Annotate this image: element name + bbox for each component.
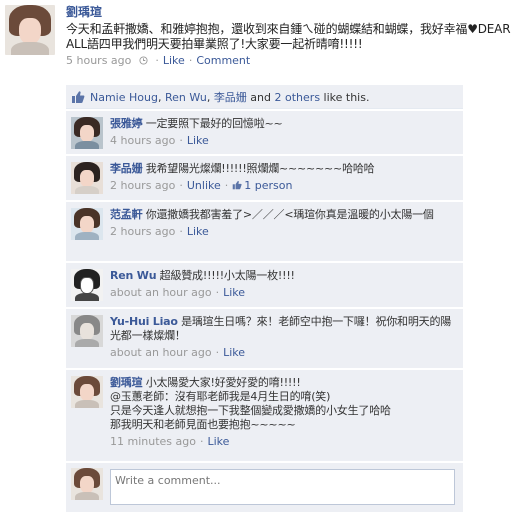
meta-separator: · — [224, 179, 229, 192]
comment-text: 一定要照下最好的回憶啦~~ — [145, 117, 283, 130]
meta-separator: · — [215, 286, 220, 299]
comment-like-count[interactable]: 1 person — [244, 179, 292, 192]
post-text: 今天和孟軒撒嬌、和雅婷抱抱，還收到來自鍾ㄟ碰的蝴蝶結和蝴蝶，我好幸福♥DEAR … — [66, 22, 511, 51]
comment-text: 你還撒嬌我都害羞了>／／／<瑀瑄你真是溫暖的小太陽一個 — [145, 208, 434, 221]
post-comment-link[interactable]: Comment — [196, 54, 250, 67]
likes-summary: Namie Houg, Ren Wu, 李品姗 and 2 others lik… — [66, 85, 463, 109]
meta-separator: · — [215, 346, 220, 359]
post-like-link[interactable]: Like — [163, 54, 185, 67]
meta-separator: · — [179, 134, 183, 147]
comment-item: 李品姗 我希望陽光燦爛!!!!!!照爛爛~~~~~~~哈哈哈 2 hours a… — [66, 155, 463, 200]
comment-author[interactable]: 范孟軒 — [110, 208, 143, 221]
thumbs-up-icon — [232, 180, 242, 190]
comment-item: Yu-Hui Liao 是瑀瑄生日嗎？來！老師空中抱一下囉！祝你和明天的陽光都一… — [66, 308, 463, 368]
post-timestamp[interactable]: 5 hours ago — [66, 54, 131, 67]
comment-like-link[interactable]: Like — [187, 225, 209, 238]
post-author-name[interactable]: 劉瑀瑄 — [66, 5, 521, 19]
comment-like-link[interactable]: Like — [223, 346, 245, 359]
comment-item: Ren Wu 超級贊成!!!!!小太陽一枚!!!! about an hour … — [66, 262, 463, 307]
comment-composer: Write a comment... — [66, 462, 463, 512]
comment-avatar[interactable] — [71, 208, 103, 240]
comment-avatar[interactable] — [71, 376, 103, 408]
liker-name[interactable]: 李品姗 — [214, 91, 247, 104]
comment-like-link[interactable]: Like — [187, 134, 209, 147]
comment-text-line: @玉蕙老師：沒有耶老師我是4月生日的唷(笑) — [110, 390, 331, 403]
comment-timestamp[interactable]: about an hour ago — [110, 346, 212, 359]
meta-separator: · — [179, 225, 183, 238]
likes-separator: , — [157, 90, 165, 104]
clock-icon — [139, 56, 148, 65]
comment-author[interactable]: Ren Wu — [110, 269, 157, 282]
comment-timestamp[interactable]: 2 hours ago — [110, 225, 175, 238]
meta-separator: · — [188, 54, 193, 67]
comment-timestamp[interactable]: 2 hours ago — [110, 179, 175, 192]
comment-avatar[interactable] — [71, 117, 103, 149]
thumbs-up-icon — [72, 90, 85, 103]
comment-item: 范孟軒 你還撒嬌我都害羞了>／／／<瑀瑄你真是溫暖的小太陽一個 2 hours … — [66, 201, 463, 261]
comment-text-line: 那我明天和老師見面也要抱抱~~~~~ — [110, 418, 296, 431]
comment-input[interactable]: Write a comment... — [110, 469, 455, 505]
post-meta: 5 hours ago · Like · Comment — [66, 54, 521, 68]
comment-item: 劉瑀瑄 小太陽愛大家!好愛好愛的唷!!!!! @玉蕙老師：沒有耶老師我是4月生日… — [66, 369, 463, 461]
comment-avatar[interactable] — [71, 162, 103, 194]
viewer-avatar — [71, 468, 103, 500]
comment-like-link[interactable]: Like — [207, 435, 229, 448]
comment-like-link[interactable]: Like — [223, 286, 245, 299]
comment-timestamp[interactable]: 11 minutes ago — [110, 435, 196, 448]
comment-author[interactable]: 張雅婷 — [110, 117, 143, 130]
comment-unlike-link[interactable]: Unlike — [187, 179, 221, 192]
likes-suffix: like this. — [320, 90, 370, 104]
comment-text: 超級贊成!!!!!小太陽一枚!!!! — [159, 269, 295, 282]
comment-author[interactable]: 李品姗 — [110, 162, 143, 175]
comment-timestamp[interactable]: about an hour ago — [110, 286, 212, 299]
likes-separator: , — [206, 90, 214, 104]
comment-timestamp[interactable]: 4 hours ago — [110, 134, 175, 147]
post-author-avatar[interactable] — [5, 5, 55, 55]
likes-and: and — [246, 90, 275, 104]
liker-name[interactable]: Ren Wu — [165, 91, 207, 104]
comment-text-line: 只是今天逢人就想抱一下我整個變成愛撒嬌的小女生了哈哈 — [110, 404, 391, 417]
comment-author[interactable]: 劉瑀瑄 — [110, 376, 143, 389]
liker-name[interactable]: Namie Houg — [90, 91, 158, 104]
likes-others-link[interactable]: 2 others — [275, 91, 321, 104]
comment-avatar[interactable] — [71, 315, 103, 347]
comment-text: 我希望陽光燦爛!!!!!!照爛爛~~~~~~~哈哈哈 — [145, 162, 375, 175]
meta-separator: · — [179, 179, 183, 192]
comment-avatar[interactable] — [71, 269, 103, 301]
meta-separator: · — [199, 435, 204, 448]
comment-author[interactable]: Yu-Hui Liao — [110, 315, 178, 328]
meta-separator: · — [155, 54, 159, 67]
comment-item: 張雅婷 一定要照下最好的回憶啦~~ 4 hours ago · Like — [66, 110, 463, 154]
comment-text: 小太陽愛大家!好愛好愛的唷!!!!! — [145, 376, 301, 389]
